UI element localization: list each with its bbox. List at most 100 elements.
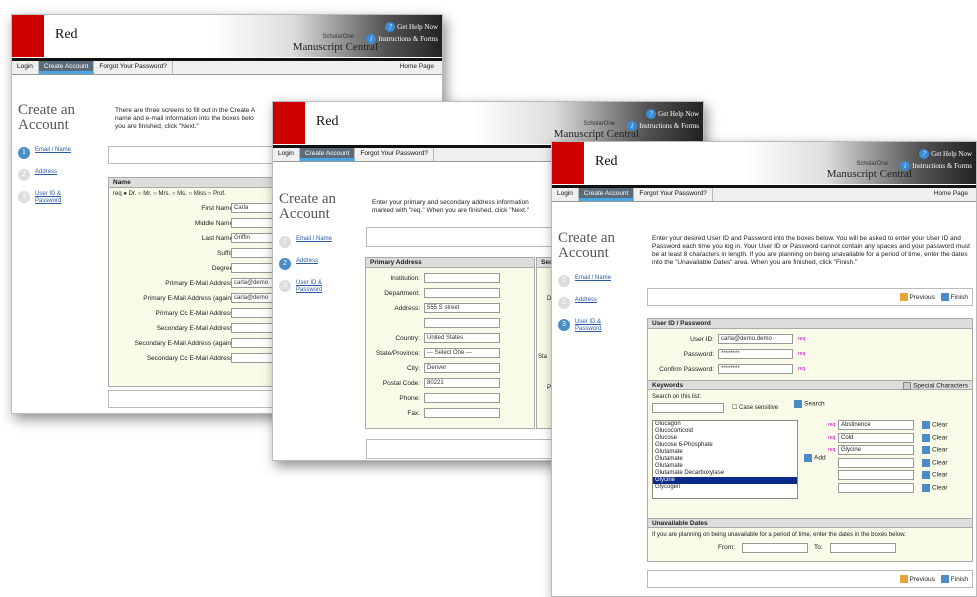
chosen-keyword-input[interactable] <box>838 470 914 480</box>
instructions-link[interactable]: i Instructions & Forms <box>627 120 699 132</box>
chosen-keyword-row: Clear <box>828 470 973 483</box>
clear-button[interactable]: Clear <box>922 458 948 467</box>
chosen-keyword-input[interactable] <box>838 482 914 493</box>
form-row: Fax: <box>366 407 534 422</box>
list-item[interactable]: Glucose <box>653 435 797 442</box>
tab-forgot-password[interactable]: Forgot Your Password? <box>355 148 434 161</box>
clear-button[interactable]: Clear <box>922 421 948 429</box>
home-page-link[interactable]: Home Page <box>392 61 442 72</box>
instructions-link[interactable]: i Instructions & Forms <box>366 33 438 45</box>
keywords-header: Keywords Special Characters <box>648 380 972 390</box>
text-input[interactable]: --- Select One --- <box>424 348 500 358</box>
text-input[interactable]: United States <box>424 333 500 343</box>
forms-icon: i <box>366 34 377 45</box>
previous-icon <box>899 575 908 583</box>
finish-button[interactable]: Finish <box>940 293 968 301</box>
text-input[interactable]: 555 S street <box>424 303 500 313</box>
chosen-keyword-input[interactable]: Cold <box>838 432 914 443</box>
list-item[interactable]: Glucose 6-Phosphate <box>653 442 797 449</box>
userid-input[interactable]: carla@demo.demo <box>718 334 793 344</box>
chosen-keyword-row: req Abstinence Clear <box>828 420 948 430</box>
from-date-input[interactable] <box>742 543 808 553</box>
get-help-link[interactable]: ? Get Help Now <box>366 21 438 33</box>
list-item[interactable]: Glycogen <box>653 484 797 491</box>
home-page-link[interactable]: Home Page <box>926 188 976 199</box>
clear-button[interactable]: Clear <box>922 433 948 442</box>
tab-forgot-password[interactable]: Forgot Your Password? <box>634 188 713 201</box>
to-date-input[interactable] <box>830 543 896 553</box>
clear-icon <box>922 458 930 467</box>
help-icon: ? <box>919 149 930 160</box>
special-characters-button[interactable]: Special Characters <box>903 382 968 390</box>
sidebar: Create an Account 1 Email / Name 2 Address… <box>558 231 638 341</box>
tab-create-account[interactable]: Create Account <box>38 61 95 74</box>
tab-forgot-password[interactable]: Forgot Your Password? <box>94 61 173 74</box>
page-title: Create an <box>279 191 337 207</box>
keyword-listbox[interactable]: Glucagon Glucocorticoid Glucose Glucose 6-P… <box>652 420 798 499</box>
clear-button[interactable]: Clear <box>922 483 948 492</box>
list-item[interactable]: Glutamate Decarboxylase <box>653 470 797 477</box>
get-help-link[interactable]: ? Get Help Now <box>627 108 699 120</box>
add-button[interactable]: Add <box>804 454 826 462</box>
password-input[interactable]: ******** <box>718 349 793 359</box>
logo-block <box>12 15 44 57</box>
text-input[interactable]: 80221 <box>424 378 500 388</box>
previous-button[interactable]: Previous <box>899 575 935 583</box>
chosen-keyword-row: req Cold Clear <box>828 432 948 443</box>
step-userid-password[interactable]: 3 User ID & Password <box>18 191 98 213</box>
form-row <box>366 317 534 332</box>
step-address[interactable]: 2 Address <box>18 169 98 191</box>
form-row: State/Province: --- Select One --- <box>366 347 534 362</box>
form-row: Address: 555 S street <box>366 302 534 317</box>
brand: Red <box>316 114 339 129</box>
list-item[interactable]: Glucagon <box>653 421 797 428</box>
text-input[interactable] <box>424 408 500 418</box>
tab-login[interactable]: Login <box>552 188 579 201</box>
list-item[interactable]: Glutamate <box>653 449 797 456</box>
forms-icon: i <box>900 161 911 172</box>
finish-button[interactable]: Finish <box>940 575 968 583</box>
instructions-link[interactable]: i Instructions & Forms <box>900 160 972 172</box>
search-button[interactable]: Search <box>794 400 825 408</box>
list-item[interactable]: Glycine <box>653 477 797 484</box>
text-input[interactable] <box>424 318 500 328</box>
page-title: Create an <box>558 230 616 246</box>
tab-login[interactable]: Login <box>273 148 300 161</box>
text-input[interactable] <box>424 273 500 283</box>
panel-title: User ID / Password <box>648 319 972 329</box>
special-characters-icon <box>903 382 912 390</box>
brand: Red <box>595 154 618 169</box>
step-address[interactable]: 2 Address <box>279 258 359 280</box>
text-input[interactable] <box>424 288 500 298</box>
clear-button[interactable]: Clear <box>922 446 948 454</box>
case-sensitive-checkbox[interactable]: ☐ Case sensitive <box>732 404 778 411</box>
step-userid-password[interactable]: 3 User ID & Password <box>279 280 359 302</box>
list-item[interactable]: Glutamate <box>653 456 797 463</box>
list-item[interactable]: Glucocorticoid <box>653 428 797 435</box>
intro-text: Enter your desired User ID and Password … <box>652 235 970 266</box>
step-userid-password[interactable]: 3 User ID & Password <box>558 319 638 341</box>
add-icon <box>804 454 812 462</box>
step-email-name[interactable]: 1 Email / Name <box>558 275 638 297</box>
list-item[interactable]: Glutamate <box>653 463 797 470</box>
tab-create-account[interactable]: Create Account <box>578 188 635 201</box>
confirm-password-input[interactable]: ******** <box>718 364 793 374</box>
tab-create-account[interactable]: Create Account <box>299 148 356 161</box>
step-email-name[interactable]: 1 Email / Name <box>279 236 359 258</box>
keyword-search-input[interactable] <box>652 403 724 413</box>
step-email-name[interactable]: 1 Email / Name <box>18 147 98 169</box>
tab-login[interactable]: Login <box>12 61 39 74</box>
chosen-keyword-input[interactable] <box>838 457 914 468</box>
text-input[interactable] <box>424 393 500 403</box>
text-input[interactable]: Denver <box>424 363 500 373</box>
previous-button[interactable]: Previous <box>899 293 935 301</box>
chosen-keyword-input[interactable]: Glycine <box>838 445 914 455</box>
previous-icon <box>899 293 908 301</box>
get-help-link[interactable]: ? Get Help Now <box>900 148 972 160</box>
chosen-keyword-input[interactable]: Abstinence <box>838 420 914 430</box>
header: Red ScholarOne Manuscript Central ? Get H… <box>12 15 442 58</box>
clear-button[interactable]: Clear <box>922 471 948 479</box>
chosen-keyword-row: Clear <box>828 482 973 496</box>
panel-title: Primary Address <box>366 258 534 268</box>
step-address[interactable]: 2 Address <box>558 297 638 319</box>
